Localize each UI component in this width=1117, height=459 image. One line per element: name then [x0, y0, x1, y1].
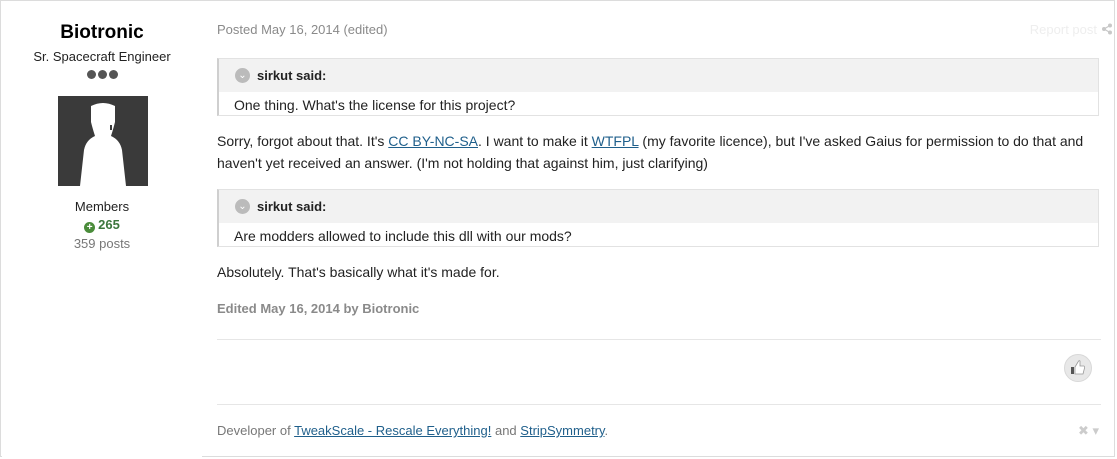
- text-run: and: [491, 423, 521, 438]
- author-group: Members: [74, 199, 130, 214]
- rank-pip: [98, 70, 107, 79]
- text-run: Sorry, forgot about that. It's: [217, 133, 389, 149]
- quote-citation: sirkut said:: [257, 68, 327, 83]
- quote-text: One thing. What's the license for this p…: [234, 97, 516, 113]
- plus-circle-icon: +: [84, 222, 96, 233]
- divider: [217, 339, 1101, 340]
- quote-header: ⌄ sirkut said:: [219, 190, 1098, 223]
- text-run: (my favorite licence), but I've asked Ga…: [638, 133, 1084, 149]
- divider: [217, 404, 1101, 405]
- rank-pips: [87, 70, 119, 80]
- report-post-link[interactable]: Report post: [1030, 22, 1097, 37]
- reply-paragraph: Sorry, forgot about that. It's CC BY-NC-…: [217, 130, 1101, 174]
- post-content: Posted May 16, 2014 (edited) Report post…: [217, 1, 1112, 458]
- avatar-silhouette-icon: [58, 96, 148, 186]
- author-title: Sr. Spacecraft Engineer: [33, 49, 171, 64]
- post-count: 359 posts: [73, 236, 131, 251]
- rank-pip: [87, 70, 96, 79]
- license-link-cc[interactable]: CC BY-NC-SA: [388, 133, 478, 149]
- text-run: haven't yet received an answer. (I'm not…: [217, 155, 708, 171]
- text-run: Developer of: [217, 423, 295, 438]
- quote-text: Are modders allowed to include this dll …: [234, 228, 572, 244]
- text-run: . I want to make it: [478, 133, 592, 149]
- quote-block: ⌄ sirkut said: One thing. What's the lic…: [217, 58, 1099, 116]
- license-link-wtfpl[interactable]: WTFPL: [592, 133, 639, 149]
- avatar[interactable]: [58, 96, 148, 186]
- rank-pip: [109, 70, 118, 79]
- quote-block: ⌄ sirkut said: Are modders allowed to in…: [217, 189, 1099, 247]
- quote-citation: sirkut said:: [257, 199, 327, 214]
- thumbs-up-icon[interactable]: [1064, 354, 1092, 382]
- text-run: .: [604, 423, 609, 438]
- quote-header: ⌄ sirkut said:: [219, 59, 1098, 92]
- chevron-circle-icon[interactable]: ⌄: [235, 199, 250, 214]
- edited-note: Edited May 16, 2014 by Biotronic: [217, 301, 420, 316]
- post-meta: Posted May 16, 2014 (edited): [217, 22, 388, 37]
- reply-paragraph: Absolutely. That's basically what it's m…: [217, 264, 500, 280]
- signature-link-stripsymmetry[interactable]: StripSymmetry: [520, 423, 604, 438]
- author-name[interactable]: Biotronic: [2, 22, 202, 44]
- signature-link-tweakscale[interactable]: TweakScale - Rescale Everything!: [294, 423, 491, 438]
- chevron-circle-icon[interactable]: ⌄: [235, 68, 250, 83]
- share-icon[interactable]: [1101, 23, 1113, 35]
- reputation-value: 265: [98, 217, 120, 232]
- thumbs-up-glyph: [1071, 360, 1086, 375]
- signature: Developer of TweakScale - Rescale Everyt…: [217, 423, 608, 438]
- close-icon[interactable]: ✖ ▾: [1078, 423, 1099, 439]
- reputation: +265: [2, 217, 202, 233]
- author-panel: Biotronic Sr. Spacecraft Engineer Member…: [2, 2, 202, 457]
- forum-post: Biotronic Sr. Spacecraft Engineer Member…: [0, 0, 1115, 457]
